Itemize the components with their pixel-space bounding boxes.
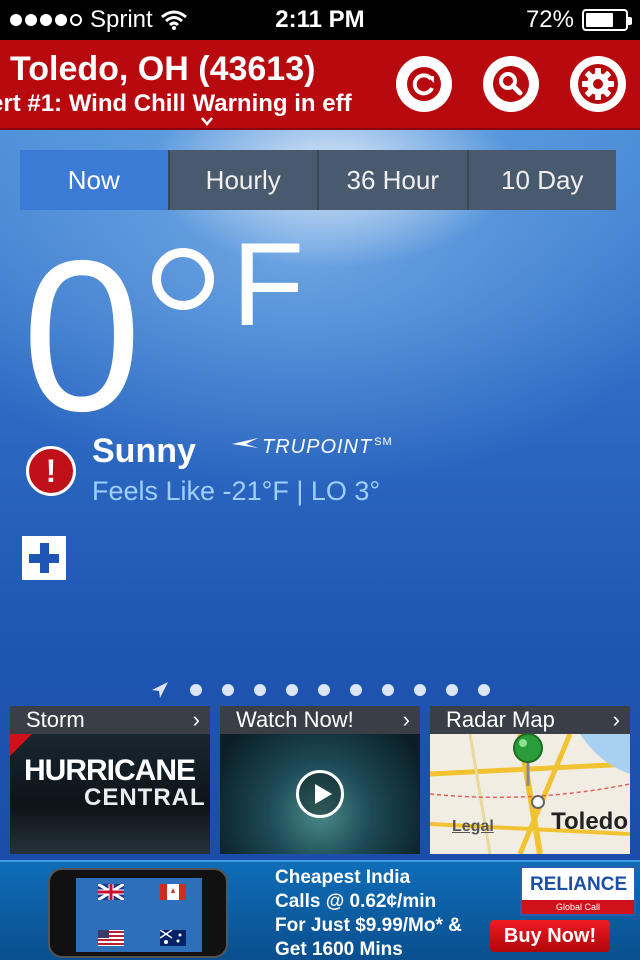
trupoint-logo: TRUPOINT SM: [232, 436, 393, 459]
flag-canada-icon: [160, 884, 186, 900]
refresh-icon: [407, 67, 441, 101]
radar-map-thumbnail: Legal Toledo: [430, 733, 630, 854]
flag-usa-icon: [98, 930, 124, 946]
battery-fill: [586, 13, 613, 27]
page-dot[interactable]: [190, 684, 202, 696]
watch-now-card-label: Watch Now!: [236, 707, 354, 732]
video-thumbnail: [220, 734, 420, 854]
reliance-logo: RELIANCE Global Call: [520, 866, 636, 916]
page-dot[interactable]: [222, 684, 234, 696]
buy-now-button[interactable]: Buy Now!: [490, 920, 610, 952]
page-dot[interactable]: [446, 684, 458, 696]
map-legal-link[interactable]: Legal: [452, 818, 494, 836]
battery-percent: 72%: [525, 6, 574, 33]
map-city-label: Toledo: [551, 808, 628, 835]
page-dot[interactable]: [318, 684, 330, 696]
alert-ticker-text: ert #1: Wind Chill Warning in eff: [0, 90, 352, 117]
ad-line-4: Get 1600 Mins: [275, 939, 403, 960]
status-bar: Sprint 2:11 PM 72%: [0, 0, 640, 40]
alert-ticker[interactable]: ert #1: Wind Chill Warning in eff: [0, 90, 386, 120]
storm-card[interactable]: Storm › HURRICANE CENTRAL: [10, 706, 210, 854]
page-dot[interactable]: [254, 684, 266, 696]
watch-now-card-title: Watch Now! ›: [220, 706, 420, 734]
flag-australia-icon: [160, 930, 186, 946]
search-icon: [493, 66, 529, 102]
hurricane-logo-mark: [10, 734, 32, 756]
chevron-down-icon[interactable]: [200, 114, 214, 128]
map-pin-icon: [513, 733, 543, 786]
ad-phone-image: [48, 868, 228, 958]
page-dot[interactable]: [414, 684, 426, 696]
tab-10-day[interactable]: 10 Day: [468, 150, 616, 210]
play-icon[interactable]: [296, 770, 344, 818]
chevron-right-icon: ›: [402, 707, 410, 732]
ad-line-3: For Just $9.99/Mo* &: [275, 915, 462, 936]
gear-icon: [578, 64, 618, 104]
radar-map-card[interactable]: Radar Map › Legal Toledo: [430, 706, 630, 854]
ad-copy: Cheapest India Calls @ 0.62¢/min For Jus…: [275, 866, 462, 960]
expand-details-button[interactable]: [22, 536, 66, 580]
current-temperature: 0: [22, 215, 142, 456]
tab-now[interactable]: Now: [20, 150, 170, 210]
app-header: Toledo, OH (43613) ert #1: Wind Chill Wa…: [0, 40, 640, 130]
page-dot[interactable]: [382, 684, 394, 696]
ad-brand: RELIANCE: [530, 874, 628, 895]
ad-brand-sub: Global Call: [522, 900, 634, 914]
feels-like-text: Feels Like -21°F | LO 3°: [92, 476, 381, 506]
ad-line-1: Cheapest India: [275, 867, 411, 888]
chevron-right-icon: ›: [612, 707, 620, 732]
page-indicator: [150, 680, 490, 700]
battery-icon: [582, 9, 632, 31]
page-dot[interactable]: [350, 684, 362, 696]
tab-36-hour[interactable]: 36 Hour: [319, 150, 469, 210]
location-title[interactable]: Toledo, OH (43613): [10, 50, 315, 89]
forecast-tabs: Now Hourly 36 Hour 10 Day: [20, 150, 616, 210]
ad-line-2: Calls @ 0.62¢/min: [275, 891, 437, 912]
page-dot[interactable]: [286, 684, 298, 696]
trupoint-mark: SM: [374, 436, 393, 448]
storm-card-label: Storm: [26, 707, 85, 732]
trupoint-name: TRUPOINT: [262, 436, 373, 458]
storm-card-title: Storm ›: [10, 706, 210, 734]
hurricane-central-thumbnail: HURRICANE CENTRAL: [10, 734, 210, 854]
watch-now-card[interactable]: Watch Now! ›: [220, 706, 420, 854]
page-dot[interactable]: [478, 684, 490, 696]
trupoint-arrow-icon: [232, 438, 258, 448]
location-arrow-icon[interactable]: [150, 680, 170, 700]
chevron-right-icon: ›: [192, 707, 200, 732]
settings-button[interactable]: [570, 56, 626, 112]
condition-text: Sunny: [92, 432, 196, 470]
advertisement-banner[interactable]: Cheapest India Calls @ 0.62¢/min For Jus…: [0, 860, 640, 960]
radar-map-card-title: Radar Map ›: [430, 706, 630, 734]
hurricane-text: HURRICANE: [24, 754, 196, 787]
flag-uk-icon: [98, 884, 124, 900]
central-text: CENTRAL: [84, 784, 206, 811]
status-right: 72%: [525, 6, 632, 34]
tab-hourly[interactable]: Hourly: [169, 150, 319, 210]
temperature-unit: F: [152, 226, 304, 344]
search-button[interactable]: [483, 56, 539, 112]
weather-alert-icon[interactable]: !: [26, 446, 76, 496]
refresh-button[interactable]: [396, 56, 452, 112]
degree-symbol: [152, 248, 214, 310]
unit-letter: F: [232, 219, 305, 351]
radar-map-card-label: Radar Map: [446, 707, 555, 732]
